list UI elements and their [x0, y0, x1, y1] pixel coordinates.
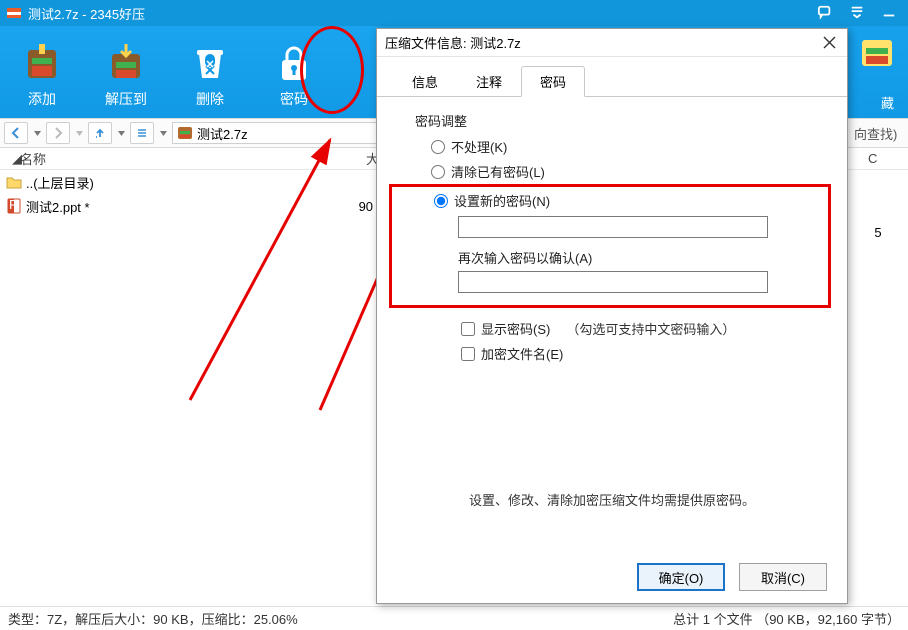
toolbar-overflow: 藏	[848, 26, 908, 118]
nav-fwd-dropdown[interactable]	[74, 131, 84, 136]
path-text: 测试2.7z	[197, 124, 248, 143]
close-button[interactable]	[819, 33, 839, 53]
ppt-file-icon: P	[6, 198, 22, 214]
password-group: 密码调整 不处理(K) 清除已有密码(L) 设置新的密码(N) 再次输入密码以确…	[401, 111, 823, 376]
lock-icon	[272, 43, 316, 83]
extract-icon	[104, 43, 148, 83]
search-box-fragment[interactable]: 向查找)	[848, 118, 908, 148]
add-icon	[20, 43, 64, 83]
radio-set-pwd[interactable]: 设置新的密码(N)	[434, 191, 808, 216]
archive-icon	[177, 125, 193, 141]
delete-button[interactable]: 删除	[168, 35, 252, 109]
radio-no-action[interactable]: 不处理(K)	[401, 134, 823, 159]
nav-fwd-button[interactable]	[46, 122, 70, 144]
close-icon	[823, 36, 836, 49]
minimize-icon[interactable]	[882, 5, 896, 22]
ok-button[interactable]: 确定(O)	[637, 563, 725, 591]
svg-text:P: P	[9, 198, 18, 212]
add-button[interactable]: 添加	[0, 35, 84, 109]
nav-up-dropdown[interactable]	[116, 131, 126, 136]
tab-comment[interactable]: 注释	[457, 66, 521, 97]
dialog-titlebar: 压缩文件信息: 测试2.7z	[377, 29, 847, 57]
feedback-icon[interactable]	[818, 5, 832, 22]
status-right: 总计 1 个文件 （90 KB，92,160 字节）	[673, 609, 900, 628]
menu-icon[interactable]	[850, 5, 864, 22]
radio-clear-pwd[interactable]: 清除已有密码(L)	[401, 159, 823, 184]
dialog-tabs: 信息 注释 密码	[377, 57, 847, 97]
col-name[interactable]: 名称	[20, 149, 340, 168]
confirm-label: 再次输入密码以确认(A)	[458, 248, 808, 267]
nav-back-dropdown[interactable]	[32, 131, 42, 136]
password-input[interactable]	[458, 216, 768, 238]
password-button[interactable]: 密码	[252, 35, 336, 109]
nav-up-button[interactable]	[88, 122, 112, 144]
dialog-title: 压缩文件信息: 测试2.7z	[385, 33, 521, 52]
app-icon	[6, 5, 22, 21]
group-legend: 密码调整	[401, 111, 823, 134]
trash-icon	[188, 43, 232, 83]
set-password-block: 设置新的密码(N) 再次输入密码以确认(A)	[389, 184, 831, 308]
status-left: 类型：7Z，解压后大小：90 KB，压缩比：25.06%	[8, 609, 298, 628]
tab-password[interactable]: 密码	[521, 66, 585, 97]
folder-up-icon	[6, 174, 22, 190]
window-title: 测试2.7z - 2345好压	[28, 4, 145, 23]
row-ch-fragment: 5	[848, 225, 908, 240]
cancel-button[interactable]: 取消(C)	[739, 563, 827, 591]
password-hint: 设置、修改、清除加密压缩文件均需提供原密码。	[401, 490, 823, 509]
extract-button[interactable]: 解压到	[84, 35, 168, 109]
checkbox-show-password[interactable]: 显示密码(S) （勾选可支持中文密码输入）	[401, 316, 823, 341]
title-bar: 测试2.7z - 2345好压	[0, 0, 908, 26]
view-mode-button[interactable]	[130, 122, 154, 144]
tab-info[interactable]: 信息	[393, 66, 457, 97]
col-ch-fragment[interactable]: C	[848, 148, 908, 170]
status-bar: 类型：7Z，解压后大小：90 KB，压缩比：25.06% 总计 1 个文件 （9…	[0, 606, 908, 630]
checkbox-encrypt-names[interactable]: 加密文件名(E)	[401, 341, 823, 366]
view-mode-dropdown[interactable]	[158, 131, 168, 136]
archive-info-dialog: 压缩文件信息: 测试2.7z 信息 注释 密码 密码调整 不处理(K) 清除已有…	[376, 28, 848, 604]
password-confirm-input[interactable]	[458, 271, 768, 293]
nav-back-button[interactable]	[4, 122, 28, 144]
